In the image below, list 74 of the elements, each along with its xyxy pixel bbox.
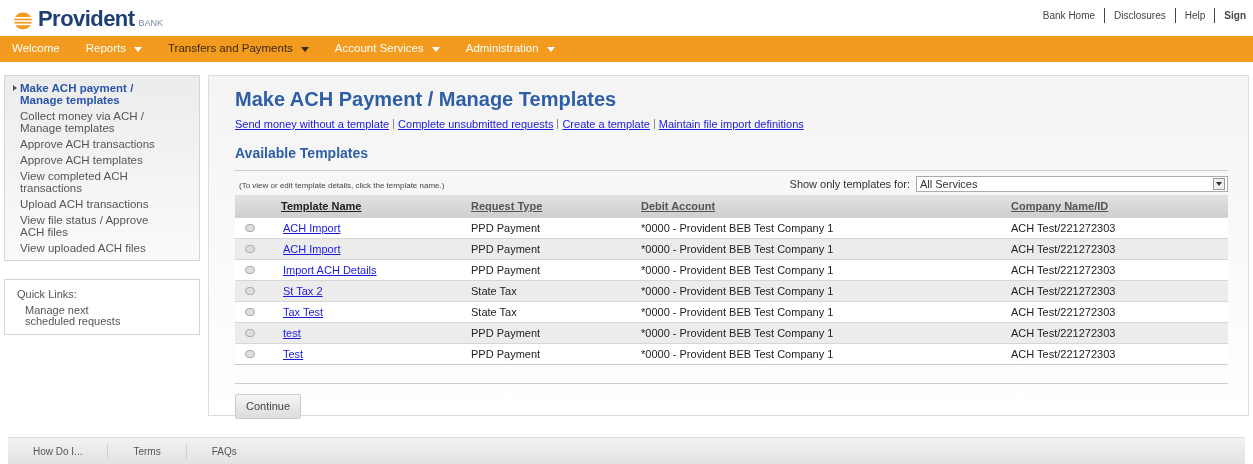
template-link[interactable]: Import ACH Details bbox=[281, 263, 377, 276]
radio-button[interactable] bbox=[245, 350, 255, 358]
table-cell: State Tax bbox=[471, 305, 517, 318]
table-cell: PPD Payment bbox=[471, 242, 541, 255]
sidebar-link[interactable]: Approve ACH templates bbox=[13, 154, 183, 166]
table-cell: PPD Payment bbox=[471, 326, 541, 339]
table-cell: ACH Test/221272303 bbox=[1011, 284, 1116, 297]
table-cell: ACH Test/221272303 bbox=[1011, 263, 1116, 276]
sidebar-link[interactable]: Upload ACH transactions bbox=[13, 198, 183, 210]
table-cell: *0000 - Provident BEB Test Company 1 bbox=[641, 284, 834, 297]
footer-link[interactable]: FAQs bbox=[211, 445, 237, 457]
column-header[interactable]: Debit Account bbox=[641, 199, 716, 212]
header-link[interactable]: Disclosures bbox=[1114, 10, 1166, 21]
action-link[interactable]: Complete unsubmitted requests bbox=[398, 116, 554, 133]
column-header[interactable]: Template Name bbox=[281, 199, 362, 212]
header-link[interactable]: Help bbox=[1184, 10, 1206, 21]
filter-label: Show only templates for: bbox=[789, 176, 910, 192]
table-cell: PPD Payment bbox=[471, 263, 541, 276]
radio-button[interactable] bbox=[245, 266, 255, 274]
filter-dropdown[interactable]: All Services bbox=[916, 175, 1228, 192]
caret-icon bbox=[134, 46, 142, 52]
table-cell: PPD Payment bbox=[471, 221, 541, 234]
column-header[interactable]: Company Name/ID bbox=[1011, 199, 1109, 212]
section-title: Available Templates bbox=[235, 142, 1228, 171]
template-link[interactable]: test bbox=[281, 326, 301, 339]
footer-link[interactable]: Terms bbox=[133, 445, 161, 457]
bank-logo[interactable]: Provident BANK bbox=[12, 8, 164, 30]
sidebar-link[interactable]: View completed ACH transactions bbox=[13, 170, 183, 194]
hint-text: (To view or edit template details, click the template name.) bbox=[239, 180, 445, 192]
caret-icon bbox=[300, 46, 309, 52]
radio-button[interactable] bbox=[245, 329, 255, 337]
header-link[interactable]: Bank Home bbox=[1042, 10, 1096, 21]
logo-icon bbox=[12, 12, 34, 30]
radio-button[interactable] bbox=[245, 245, 255, 253]
header-link[interactable]: Sign bbox=[1224, 10, 1246, 21]
template-link[interactable]: Test bbox=[281, 347, 304, 360]
table-cell: ACH Test/221272303 bbox=[1011, 242, 1116, 255]
page-title: Make ACH Payment / Manage Templates bbox=[235, 87, 618, 112]
column-header[interactable]: Request Type bbox=[471, 199, 543, 212]
sidebar-link[interactable]: Approve ACH transactions bbox=[13, 138, 183, 150]
template-link[interactable]: ACH Import bbox=[281, 221, 341, 234]
sidebar-link[interactable]: Make ACH payment / Manage templates bbox=[13, 82, 183, 106]
caret-icon bbox=[431, 46, 440, 52]
table-cell: *0000 - Provident BEB Test Company 1 bbox=[641, 221, 834, 234]
quick-links-title: Quick Links: bbox=[17, 287, 78, 302]
action-link[interactable]: Send money without a template bbox=[235, 116, 390, 133]
caret-icon bbox=[546, 46, 555, 52]
table-cell: *0000 - Provident BEB Test Company 1 bbox=[641, 347, 834, 360]
action-link[interactable]: Maintain file import definitions bbox=[658, 116, 804, 133]
continue-button[interactable]: Continue bbox=[235, 394, 302, 419]
table-cell: State Tax bbox=[471, 284, 517, 297]
template-link[interactable]: ACH Import bbox=[281, 242, 341, 255]
radio-button[interactable] bbox=[245, 308, 255, 316]
table-cell: ACH Test/221272303 bbox=[1011, 326, 1116, 339]
action-link[interactable]: Create a template bbox=[562, 116, 650, 133]
table-cell: *0000 - Provident BEB Test Company 1 bbox=[641, 242, 834, 255]
sidebar-link[interactable]: View uploaded ACH files bbox=[13, 242, 183, 254]
template-link[interactable]: Tax Test bbox=[281, 305, 324, 318]
table-cell: *0000 - Provident BEB Test Company 1 bbox=[641, 305, 834, 318]
table-cell: ACH Test/221272303 bbox=[1011, 347, 1116, 360]
radio-button[interactable] bbox=[245, 224, 255, 232]
table-cell: *0000 - Provident BEB Test Company 1 bbox=[641, 326, 834, 339]
sidebar-link[interactable]: View file status / Approve ACH files bbox=[13, 214, 183, 238]
quick-link[interactable]: Manage next scheduled requests bbox=[17, 304, 137, 328]
table-cell: PPD Payment bbox=[471, 347, 541, 360]
footer-link[interactable]: How Do I... bbox=[33, 445, 83, 457]
radio-button[interactable] bbox=[245, 287, 255, 295]
template-link[interactable]: St Tax 2 bbox=[281, 284, 323, 297]
pointer-icon bbox=[13, 85, 17, 91]
nav-menu-item[interactable]: Transfers and Payments bbox=[168, 40, 309, 58]
sidebar-link[interactable]: Collect money via ACH / Manage templates bbox=[13, 110, 183, 134]
table-cell: ACH Test/221272303 bbox=[1011, 221, 1116, 234]
table-cell: *0000 - Provident BEB Test Company 1 bbox=[641, 263, 834, 276]
table-cell: ACH Test/221272303 bbox=[1011, 305, 1116, 318]
